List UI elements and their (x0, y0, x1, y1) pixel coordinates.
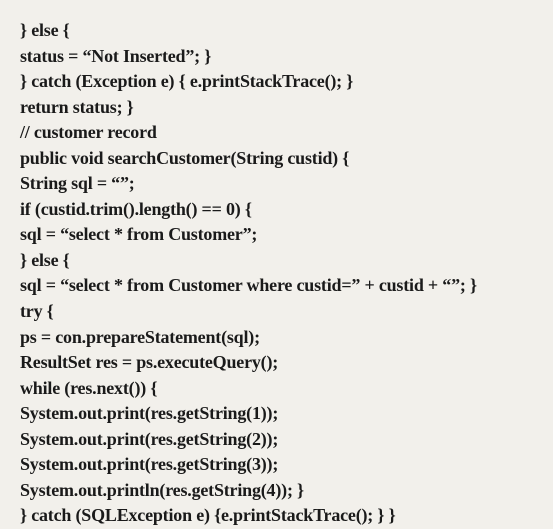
code-line: if (custid.trim().length() == 0) { (20, 197, 533, 223)
code-line: sql = “select * from Customer”; (20, 222, 533, 248)
code-line: try { (20, 299, 533, 325)
code-line: return status; } (20, 95, 533, 121)
code-line: System.out.print(res.getString(2)); (20, 427, 533, 453)
code-line: } catch (Exception e) { e.printStackTrac… (20, 69, 533, 95)
code-line: System.out.print(res.getString(3)); (20, 452, 533, 478)
code-block: } else { status = “Not Inserted”; } } ca… (20, 18, 533, 529)
code-line: System.out.println(res.getString(4)); } (20, 478, 533, 504)
code-line: } else { (20, 18, 533, 44)
code-line: status = “Not Inserted”; } (20, 44, 533, 70)
code-line: String sql = “”; (20, 171, 533, 197)
code-line: ps = con.prepareStatement(sql); (20, 325, 533, 351)
code-line: sql = “select * from Customer where cust… (20, 273, 533, 299)
code-line: System.out.print(res.getString(1)); (20, 401, 533, 427)
code-line: } else { (20, 248, 533, 274)
code-line: while (res.next()) { (20, 376, 533, 402)
code-line: ResultSet res = ps.executeQuery(); (20, 350, 533, 376)
code-line: } catch (SQLException e) {e.printStackTr… (20, 503, 533, 529)
code-line: public void searchCustomer(String custid… (20, 146, 533, 172)
code-line: // customer record (20, 120, 533, 146)
